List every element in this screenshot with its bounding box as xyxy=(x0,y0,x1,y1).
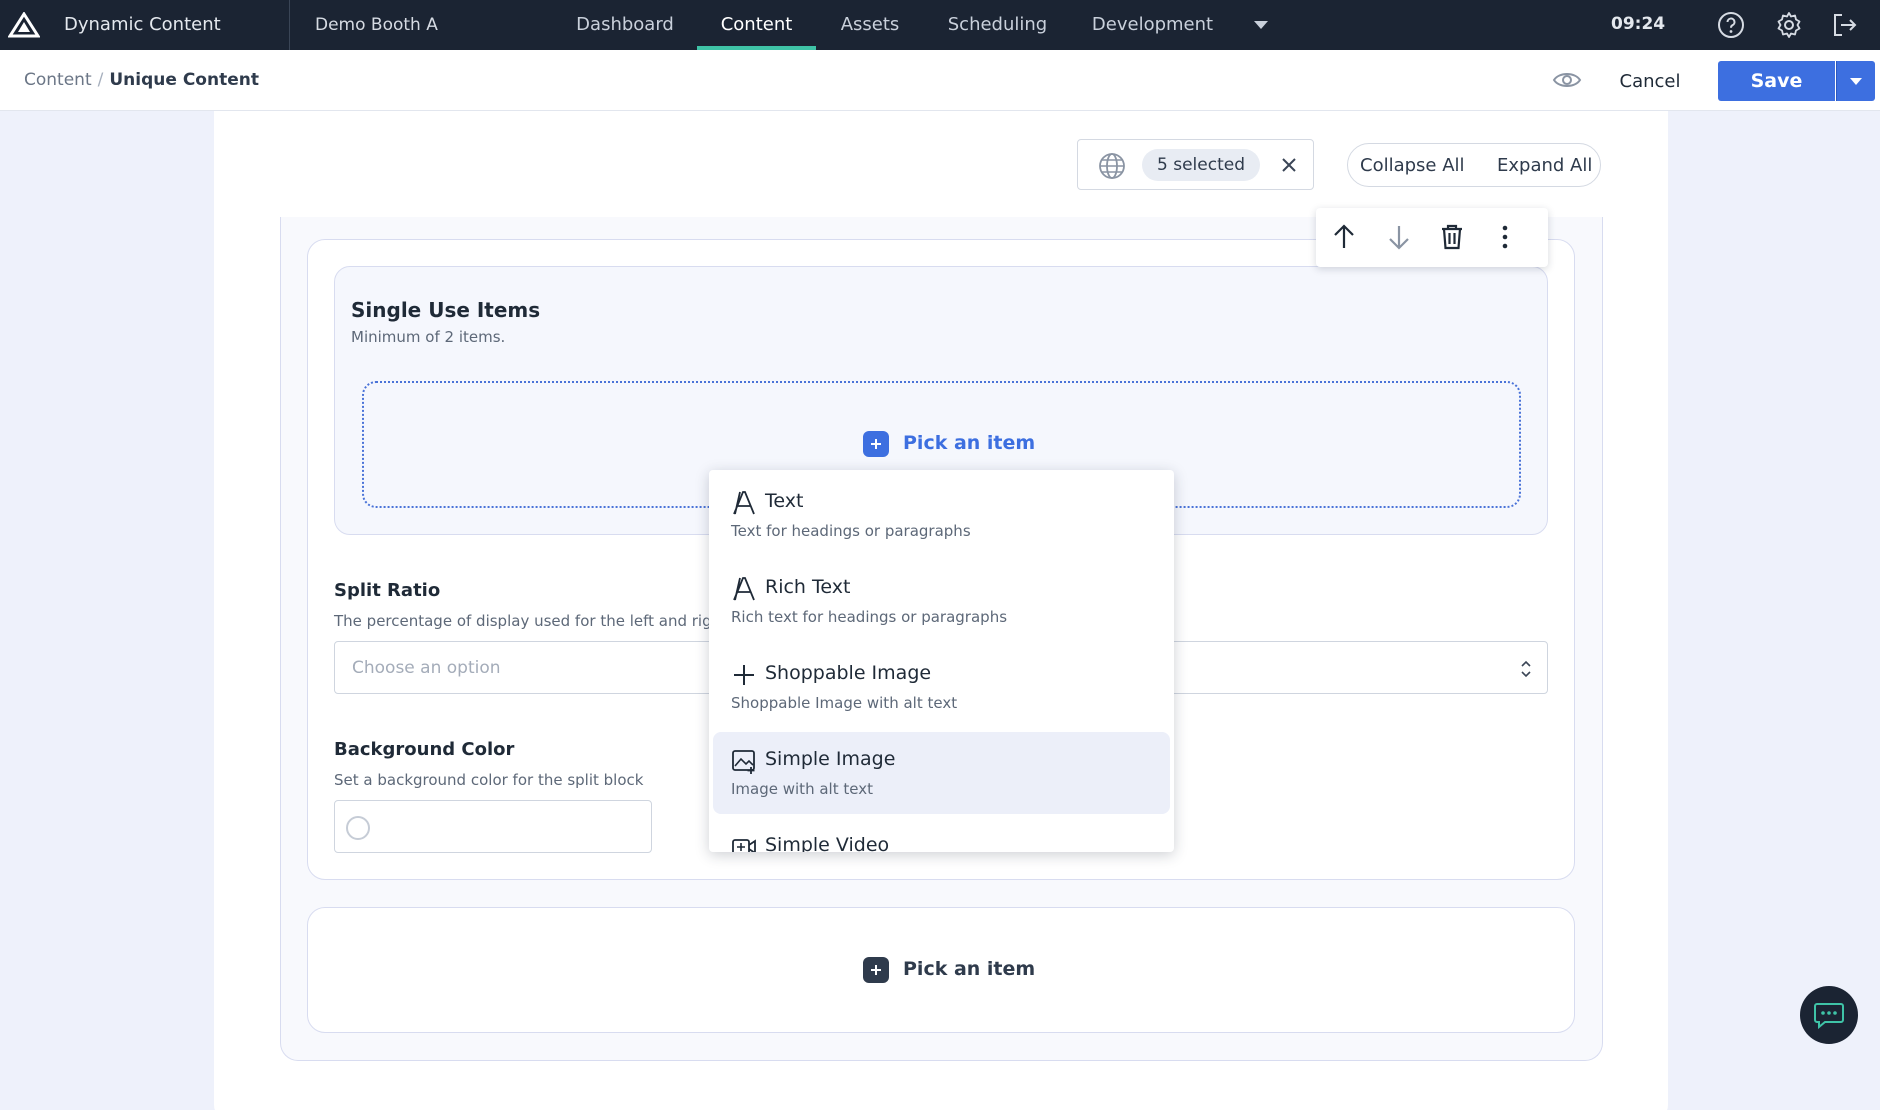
single-use-items-title: Single Use Items xyxy=(351,298,541,322)
clock: 09:24 xyxy=(1611,14,1666,34)
save-button[interactable]: Save xyxy=(1718,61,1835,101)
tab-dashboard[interactable]: Dashboard xyxy=(565,0,685,50)
locale-filter[interactable]: 5 selected xyxy=(1077,139,1314,190)
text-icon xyxy=(733,491,755,515)
menu-option-label: Rich Text xyxy=(765,576,851,598)
video-icon xyxy=(732,839,756,852)
background-color-help: Set a background color for the split blo… xyxy=(334,771,644,789)
move-down-arrow-icon[interactable] xyxy=(1384,222,1414,252)
menu-option-label: Text xyxy=(765,490,804,512)
single-use-items-help: Minimum of 2 items. xyxy=(351,328,506,346)
more-options-kebab-icon[interactable] xyxy=(1490,222,1520,252)
selected-locales-count: 5 selected xyxy=(1142,149,1260,181)
more-tabs-chevron-down-icon[interactable] xyxy=(1254,21,1268,29)
menu-option-shoppable-image[interactable]: Shoppable Image Shoppable Image with alt… xyxy=(713,646,1170,728)
add-plus-icon[interactable] xyxy=(863,431,889,457)
top-navigation-bar: Dynamic Content Demo Booth A Dashboard C… xyxy=(0,0,1880,50)
block-actions-toolbar xyxy=(1316,208,1548,267)
menu-option-simple-image[interactable]: Simple Image Image with alt text xyxy=(713,732,1170,814)
pick-an-item-button[interactable]: Pick an item xyxy=(903,432,1035,454)
menu-option-simple-video[interactable]: Simple Video xyxy=(713,818,1170,852)
hub-selector[interactable]: Demo Booth A xyxy=(315,15,438,35)
menu-option-description: Text for headings or paragraphs xyxy=(731,522,971,540)
move-up-arrow-icon[interactable] xyxy=(1329,222,1359,252)
logout-icon[interactable] xyxy=(1830,11,1858,39)
tab-assets[interactable]: Assets xyxy=(830,0,910,50)
pick-an-item-button[interactable]: Pick an item xyxy=(903,958,1035,980)
breadcrumb: Content / Unique Content xyxy=(24,70,259,90)
chat-support-button[interactable] xyxy=(1800,986,1858,1044)
menu-option-label: Simple Video xyxy=(765,834,890,852)
background-color-title: Background Color xyxy=(334,739,515,760)
breadcrumb-parent[interactable]: Content xyxy=(24,70,92,90)
background-color-input[interactable] xyxy=(334,800,652,853)
menu-option-description: Image with alt text xyxy=(731,780,873,798)
image-icon xyxy=(732,750,755,774)
delete-trash-icon[interactable] xyxy=(1437,222,1467,252)
tab-scheduling[interactable]: Scheduling xyxy=(940,0,1055,50)
split-ratio-title: Split Ratio xyxy=(334,580,441,601)
color-swatch[interactable] xyxy=(346,816,370,840)
menu-option-label: Shoppable Image xyxy=(765,662,932,684)
menu-option-description: Rich text for headings or paragraphs xyxy=(731,608,1008,626)
expand-all-button[interactable]: Expand All xyxy=(1497,155,1592,176)
item-type-menu: Text Text for headings or paragraphs Ric… xyxy=(709,470,1174,852)
collapse-all-button[interactable]: Collapse All xyxy=(1360,155,1465,176)
tab-content[interactable]: Content xyxy=(697,0,816,50)
content-toolbar: Content / Unique Content Cancel Save xyxy=(0,50,1880,111)
chat-bubble-icon xyxy=(1814,1003,1844,1030)
preview-eye-icon[interactable] xyxy=(1552,67,1582,93)
menu-option-description: Shoppable Image with alt text xyxy=(731,694,958,712)
breadcrumb-separator: / xyxy=(97,70,104,90)
menu-option-text[interactable]: Text Text for headings or paragraphs xyxy=(713,474,1170,556)
plus-icon xyxy=(734,665,754,685)
settings-gear-icon[interactable] xyxy=(1775,11,1803,39)
menu-option-rich-text[interactable]: Rich Text Rich text for headings or para… xyxy=(713,560,1170,642)
breadcrumb-current: Unique Content xyxy=(109,70,259,90)
add-plus-icon[interactable] xyxy=(863,957,889,983)
help-icon[interactable] xyxy=(1717,11,1745,39)
select-chevron-updown-icon xyxy=(1521,660,1531,678)
divider xyxy=(289,0,290,50)
split-ratio-placeholder: Choose an option xyxy=(352,658,501,678)
app-name: Dynamic Content xyxy=(64,14,221,35)
collapse-expand-group: Collapse All Expand All xyxy=(1347,143,1601,187)
cancel-button[interactable]: Cancel xyxy=(1612,62,1688,100)
tab-development[interactable]: Development xyxy=(1090,0,1215,50)
menu-option-label: Simple Image xyxy=(765,748,896,770)
clear-close-icon[interactable] xyxy=(1280,156,1298,174)
app-logo-icon[interactable] xyxy=(8,12,40,38)
globe-icon xyxy=(1099,153,1125,179)
save-options-chevron-down-icon[interactable] xyxy=(1836,61,1875,101)
rich-text-icon xyxy=(733,577,755,601)
split-ratio-help: The percentage of display used for the l… xyxy=(334,612,741,630)
